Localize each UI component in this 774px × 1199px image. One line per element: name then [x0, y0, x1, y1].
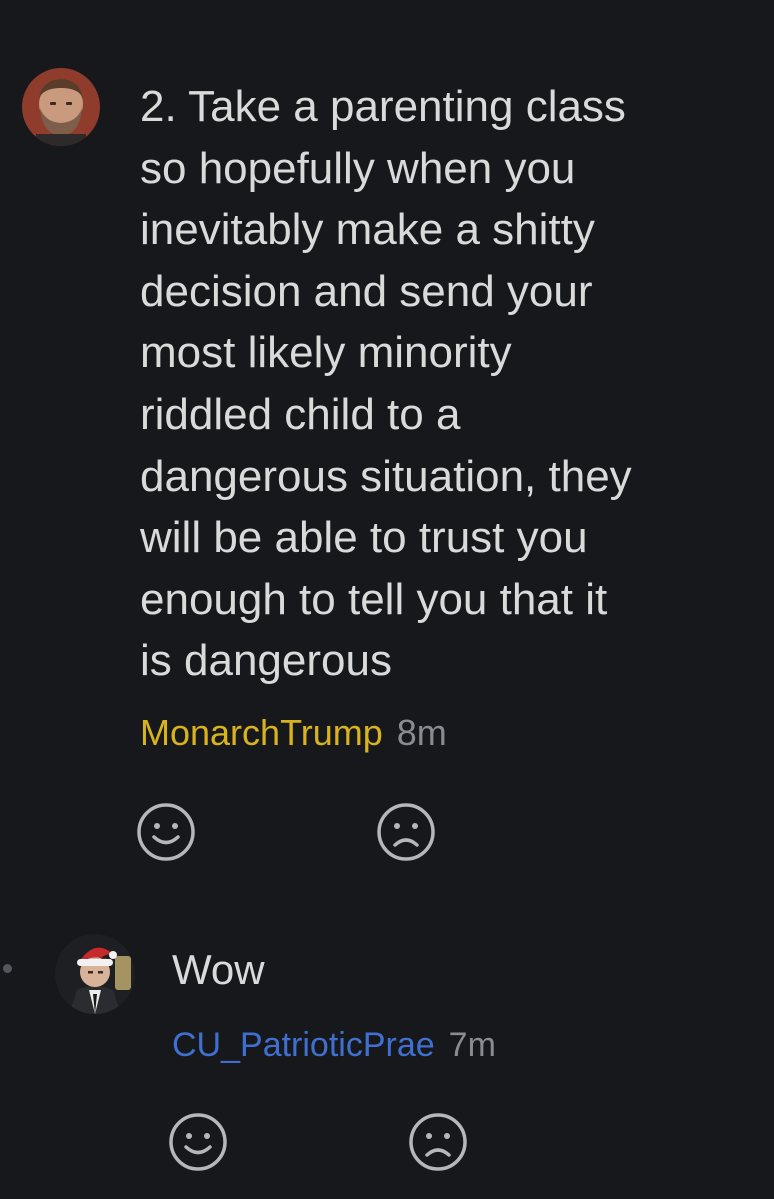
comment-text: Wow [172, 946, 265, 993]
comment-meta: MonarchTrump 8m [140, 712, 447, 754]
comment-item: Wow CU_PatrioticPrae 7m [0, 900, 774, 1199]
timestamp: 8m [396, 712, 447, 753]
downvote-button[interactable] [376, 802, 436, 862]
comment-meta: CU_PatrioticPrae 7m [172, 1026, 496, 1065]
santa-hat-man-avatar-icon [55, 934, 135, 1014]
bearded-man-avatar-icon [22, 68, 100, 146]
frown-face-icon [377, 803, 435, 861]
comment-text: 2. Take a parenting class so hopefully w… [140, 82, 632, 686]
comment-item: 2. Take a parenting class so hopefully w… [0, 0, 774, 900]
frown-face-icon [409, 1113, 467, 1171]
downvote-button[interactable] [408, 1112, 468, 1172]
avatar[interactable] [22, 68, 100, 146]
username-link[interactable]: MonarchTrump [140, 712, 383, 753]
upvote-button[interactable] [136, 802, 196, 862]
smiley-face-icon [137, 803, 195, 861]
username-link[interactable]: CU_PatrioticPrae [172, 1026, 435, 1064]
smiley-face-icon [169, 1113, 227, 1171]
timestamp: 7m [448, 1026, 496, 1064]
avatar[interactable] [55, 934, 135, 1014]
upvote-button[interactable] [168, 1112, 228, 1172]
thread-indicator-dot [3, 964, 12, 973]
